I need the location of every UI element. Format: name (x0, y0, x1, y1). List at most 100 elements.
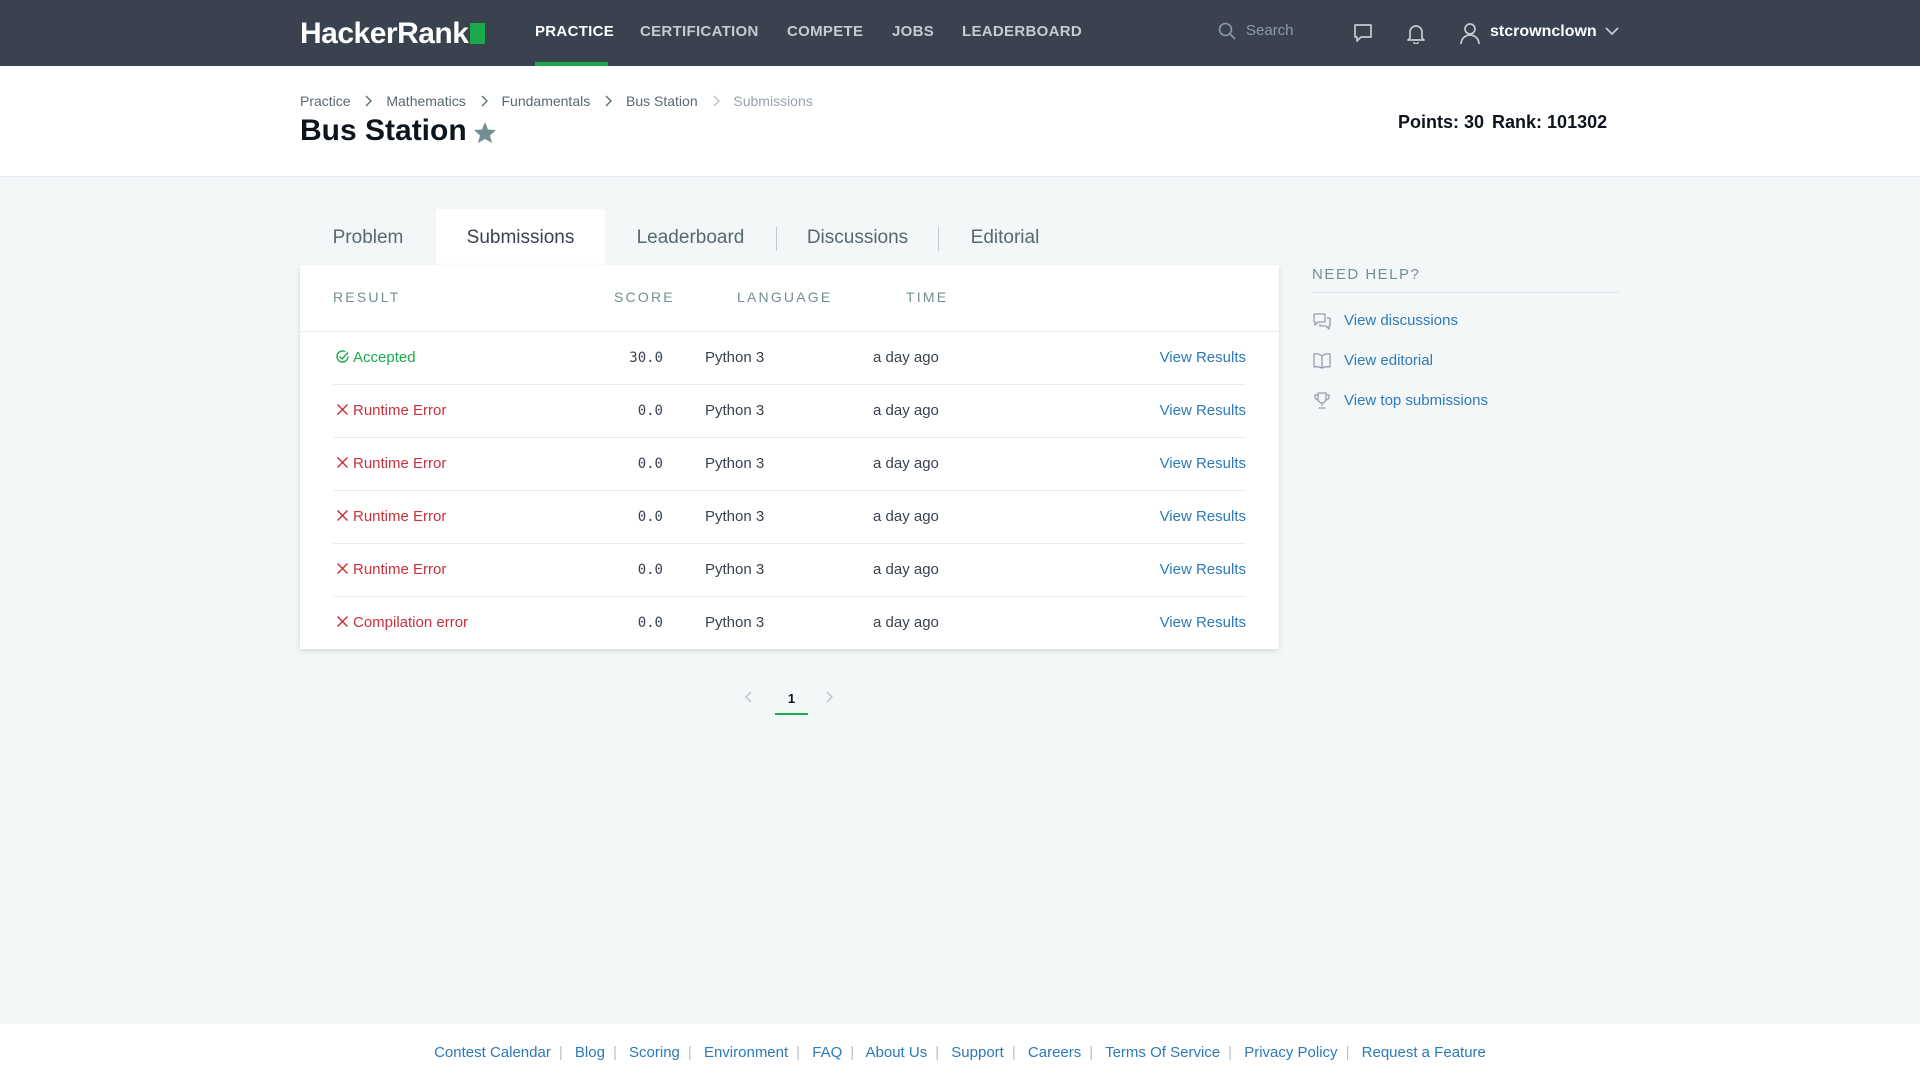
language-value: Python 3 (705, 614, 765, 631)
score-value: 0.0 (637, 403, 663, 419)
table-row: Compilation error 0.0 Python 3 a day ago… (333, 597, 1246, 650)
messages-icon[interactable] (1352, 22, 1374, 44)
breadcrumb-mathematics[interactable]: Mathematics (386, 93, 465, 109)
footer-about-us[interactable]: About Us (866, 1044, 928, 1061)
footer-environment[interactable]: Environment (704, 1044, 788, 1061)
view-results-link[interactable]: View Results (1160, 402, 1246, 419)
rank: Rank: 101302 (1492, 112, 1608, 132)
score-value: 0.0 (637, 562, 663, 578)
previous-page-icon[interactable] (744, 690, 754, 704)
breadcrumb-bus-station[interactable]: Bus Station (626, 93, 698, 109)
column-header-time: TIME (906, 289, 949, 305)
footer-request-a-feature[interactable]: Request a Feature (1362, 1044, 1486, 1061)
nav-jobs[interactable]: JOBS (892, 23, 934, 40)
next-page-icon[interactable] (824, 690, 834, 704)
score-value: 0.0 (637, 615, 663, 631)
nav-leaderboard[interactable]: LEADERBOARD (962, 23, 1082, 40)
table-row: Runtime Error 0.0 Python 3 a day ago Vie… (333, 491, 1246, 544)
footer-blog[interactable]: Blog (575, 1044, 605, 1061)
language-value: Python 3 (705, 402, 765, 419)
user-avatar-icon (1460, 23, 1480, 45)
book-icon (1313, 353, 1331, 369)
logo-square-icon (470, 23, 486, 44)
result-error: Runtime Error (335, 508, 446, 525)
time-value: a day ago (873, 455, 939, 472)
score-value: 0.0 (637, 509, 663, 525)
score-value: 30.0 (629, 350, 663, 366)
result-error: Runtime Error (335, 455, 446, 472)
cross-icon (336, 403, 349, 416)
score-value: 0.0 (637, 456, 663, 472)
column-header-language: LANGUAGE (737, 289, 833, 305)
chevron-down-icon (1605, 27, 1619, 36)
top-navbar: HackerRank PRACTICE CERTIFICATION COMPET… (0, 0, 1920, 66)
chevron-right-icon (366, 95, 373, 107)
footer-careers[interactable]: Careers (1028, 1044, 1081, 1061)
result-error: Runtime Error (335, 402, 446, 419)
trophy-icon (1314, 392, 1330, 409)
points: Points: 30 (1398, 112, 1485, 132)
search-icon (1218, 22, 1236, 40)
breadcrumb-submissions: Submissions (733, 93, 813, 110)
table-row: Runtime Error 0.0 Python 3 a day ago Vie… (333, 438, 1246, 491)
view-results-link[interactable]: View Results (1160, 614, 1246, 631)
star-bookmark-icon[interactable] (473, 121, 497, 144)
nav-certification[interactable]: CERTIFICATION (640, 23, 759, 40)
footer-terms-of-service[interactable]: Terms Of Service (1105, 1044, 1220, 1061)
time-value: a day ago (873, 561, 939, 578)
chevron-right-icon (481, 95, 488, 107)
submissions-table: RESULT SCORE LANGUAGE TIME Accepted 30.0… (300, 265, 1279, 649)
page-title: Bus Station (300, 114, 467, 147)
tab-discussions[interactable]: Discussions (777, 209, 938, 265)
search-box[interactable] (1218, 20, 1338, 46)
search-input[interactable] (1246, 22, 1336, 39)
result-error: Runtime Error (335, 561, 446, 578)
language-value: Python 3 (705, 561, 765, 578)
tab-editorial[interactable]: Editorial (939, 209, 1071, 265)
chevron-right-icon (713, 95, 720, 107)
language-value: Python 3 (705, 349, 765, 366)
footer: Contest Calendar | Blog | Scoring | Environ… (0, 1024, 1920, 1080)
cross-icon (336, 562, 349, 575)
language-value: Python 3 (705, 455, 765, 472)
footer-links: Contest Calendar | Blog | Scoring | Environ… (434, 1044, 1486, 1061)
username: stcrownclown (1490, 23, 1597, 40)
nav-compete[interactable]: COMPETE (787, 23, 863, 40)
breadcrumb: Practice Mathematics Fundamentals Bus St… (300, 92, 813, 109)
view-results-link[interactable]: View Results (1160, 561, 1246, 578)
footer-scoring[interactable]: Scoring (629, 1044, 680, 1061)
tab-submissions[interactable]: Submissions (436, 209, 605, 265)
page-number[interactable]: 1 (775, 687, 808, 715)
nav-practice[interactable]: PRACTICE (535, 23, 614, 40)
time-value: a day ago (873, 508, 939, 525)
breadcrumb-fundamentals[interactable]: Fundamentals (502, 93, 591, 109)
footer-contest-calendar[interactable]: Contest Calendar (434, 1044, 551, 1061)
cross-icon (336, 615, 349, 628)
view-results-link[interactable]: View Results (1160, 508, 1246, 525)
column-header-score: SCORE (614, 289, 675, 305)
time-value: a day ago (873, 614, 939, 631)
cross-icon (336, 509, 349, 522)
check-circle-icon (336, 350, 349, 363)
table-row: Runtime Error 0.0 Python 3 a day ago Vie… (333, 385, 1246, 438)
view-results-link[interactable]: View Results (1160, 349, 1246, 366)
hackerrank-logo[interactable]: HackerRank (300, 17, 486, 51)
footer-support[interactable]: Support (951, 1044, 1004, 1061)
footer-faq[interactable]: FAQ (812, 1044, 842, 1061)
tab-problem[interactable]: Problem (300, 209, 436, 265)
table-row: Runtime Error 0.0 Python 3 a day ago Vie… (333, 544, 1246, 597)
breadcrumb-practice[interactable]: Practice (300, 93, 351, 109)
time-value: a day ago (873, 402, 939, 419)
need-help-heading: NEED HELP? (1312, 266, 1421, 283)
table-row: Accepted 30.0 Python 3 a day ago View Re… (333, 332, 1246, 385)
column-header-result: RESULT (333, 289, 401, 305)
notifications-bell-icon[interactable] (1405, 22, 1427, 44)
result-error: Compilation error (335, 614, 468, 631)
time-value: a day ago (873, 349, 939, 366)
pagination: 1 (740, 687, 850, 717)
view-results-link[interactable]: View Results (1160, 455, 1246, 472)
chevron-right-icon (605, 95, 613, 107)
footer-privacy-policy[interactable]: Privacy Policy (1244, 1044, 1337, 1061)
cross-icon (336, 456, 349, 469)
tab-leaderboard[interactable]: Leaderboard (605, 209, 776, 265)
